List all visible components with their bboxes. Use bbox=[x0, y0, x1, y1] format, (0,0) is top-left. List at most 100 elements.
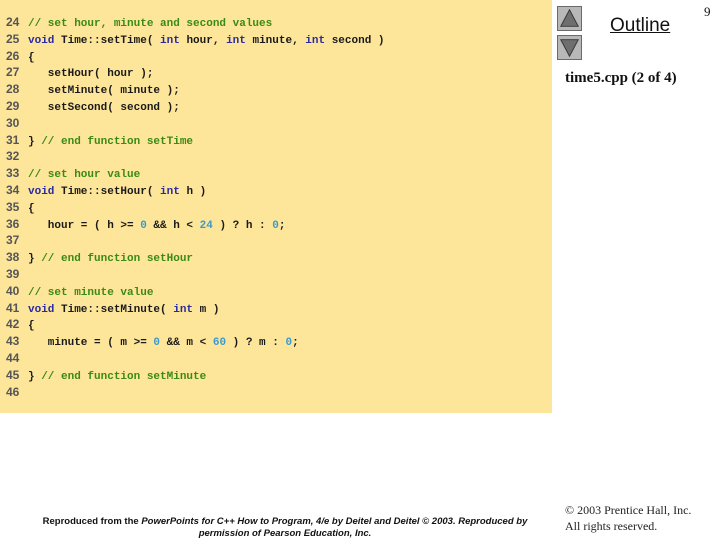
code-text: { bbox=[28, 320, 35, 333]
footer-prefix: Reproduced from the bbox=[42, 516, 142, 527]
code-line: 24 // set hour, minute and second values bbox=[6, 14, 385, 31]
code-panel: 24// set hour, minute and second values 2… bbox=[0, 0, 552, 413]
line-number: 32 bbox=[6, 149, 20, 164]
line-number: 37 bbox=[6, 233, 20, 248]
code-line: 31} // end function setTime bbox=[6, 132, 385, 149]
code-text: minute, bbox=[245, 34, 306, 47]
code-line: 33 // set hour value bbox=[6, 165, 385, 182]
code-text: minute = ( m >= bbox=[28, 337, 154, 350]
line-number: 26 bbox=[6, 48, 20, 63]
line-number: 27 bbox=[6, 65, 20, 80]
line-number: 39 bbox=[6, 266, 20, 281]
code-line: 26 { bbox=[6, 48, 385, 65]
code-line: 32 bbox=[6, 148, 385, 165]
line-number: 24 bbox=[6, 15, 20, 29]
file-label: time5.cpp (2 of 4) bbox=[565, 70, 677, 86]
code-comment: // set hour, minute and second values bbox=[28, 18, 273, 30]
code-text: Time::setMinute( bbox=[54, 303, 174, 316]
line-number: 35 bbox=[6, 199, 20, 214]
copyright-notice: © 2003 Prentice Hall, Inc. All rights re… bbox=[565, 502, 691, 534]
code-line: 29 setSecond( second ); bbox=[6, 98, 385, 115]
next-slide-button[interactable] bbox=[557, 35, 582, 60]
code-text: Time::setTime( bbox=[54, 34, 161, 47]
code-line: 43 minute = ( m >= 0 && m < 60 ) ? m : 0… bbox=[6, 333, 385, 350]
code-text: Time::setHour( bbox=[54, 185, 161, 198]
code-line: 37 bbox=[6, 232, 385, 249]
code-keyword: int bbox=[226, 34, 246, 47]
line-number: 34 bbox=[6, 182, 20, 197]
code-line: 39 bbox=[6, 266, 385, 283]
code-comment: // set hour value bbox=[28, 169, 141, 182]
code-line: 46 bbox=[6, 384, 385, 401]
footer-italic-1: PowerPoints for C++ How to Program, 4/e … bbox=[141, 516, 528, 527]
code-number: 24 bbox=[199, 219, 213, 232]
line-number: 36 bbox=[6, 216, 20, 231]
code-number: 0 bbox=[272, 219, 279, 232]
code-text: } bbox=[28, 253, 42, 266]
code-comment: // end function setTime bbox=[41, 135, 194, 148]
line-number: 25 bbox=[6, 31, 20, 46]
line-number: 29 bbox=[6, 98, 20, 113]
code-line: 38} // end function setHour bbox=[6, 249, 385, 266]
code-text: setMinute( minute ); bbox=[28, 85, 180, 98]
line-number: 46 bbox=[6, 384, 20, 399]
code-keyword: int bbox=[160, 185, 180, 198]
line-number: 44 bbox=[6, 350, 20, 365]
code-text: ; bbox=[292, 337, 299, 350]
code-text: } bbox=[28, 370, 42, 383]
code-line: 42 { bbox=[6, 316, 385, 333]
code-text: h ) bbox=[179, 185, 207, 198]
line-number: 40 bbox=[6, 283, 20, 298]
triangle-up-icon bbox=[559, 8, 580, 27]
code-line: 36 hour = ( h >= 0 && h < 24 ) ? h : 0; bbox=[6, 216, 385, 233]
code-number: 0 bbox=[140, 219, 147, 232]
code-text: { bbox=[28, 51, 35, 64]
code-comment: // end function setHour bbox=[41, 253, 194, 266]
code-keyword: int bbox=[160, 34, 180, 47]
code-line: 30 bbox=[6, 115, 385, 132]
line-number: 45 bbox=[6, 367, 20, 382]
code-comment: // set minute value bbox=[28, 286, 154, 299]
code-line: 44 bbox=[6, 350, 385, 367]
line-number: 42 bbox=[6, 317, 20, 332]
code-text: hour = ( h >= bbox=[28, 219, 141, 232]
code-number: 60 bbox=[212, 337, 227, 350]
code-text: setSecond( second ); bbox=[28, 101, 180, 114]
line-number: 43 bbox=[6, 334, 20, 349]
code-text: } bbox=[28, 135, 42, 148]
code-text: second ) bbox=[325, 34, 385, 47]
triangle-down-icon bbox=[559, 39, 580, 58]
code-line: 35 { bbox=[6, 199, 385, 216]
code-text: { bbox=[28, 202, 35, 215]
code-text: m ) bbox=[193, 303, 220, 316]
code-keyword: int bbox=[305, 34, 326, 47]
copyright-line-1: © 2003 Prentice Hall, Inc. bbox=[565, 503, 692, 517]
code-text: ) ? h : bbox=[212, 219, 273, 232]
code-text: hour, bbox=[179, 34, 227, 47]
code-line: 41 void Time::setMinute( int m ) bbox=[6, 300, 385, 317]
code-line: 25 void Time::setTime( int hour, int minu… bbox=[6, 31, 385, 48]
line-number: 30 bbox=[6, 115, 20, 130]
code-line: 28 setMinute( minute ); bbox=[6, 81, 385, 98]
outline-title[interactable]: Outline bbox=[610, 15, 670, 37]
line-number: 33 bbox=[6, 166, 20, 181]
footer-attribution: Reproduced from the PowerPoints for C++ … bbox=[20, 516, 550, 540]
previous-slide-button[interactable] bbox=[557, 6, 582, 31]
line-number: 31 bbox=[6, 132, 20, 147]
code-line: 40 // set minute value bbox=[6, 283, 385, 300]
line-number: 28 bbox=[6, 82, 20, 97]
code-line: 45} // end function setMinute bbox=[6, 367, 385, 384]
code-text: ; bbox=[278, 219, 286, 232]
line-number: 38 bbox=[6, 250, 20, 265]
copyright-line-2: All rights reserved. bbox=[565, 519, 658, 533]
code-text: && m < bbox=[160, 337, 213, 350]
code-comment: // end function setMinute bbox=[41, 370, 207, 383]
code-listing: 24// set hour, minute and second values 2… bbox=[6, 14, 385, 400]
code-text: setHour( hour ); bbox=[28, 68, 154, 81]
code-text: && h < bbox=[146, 219, 200, 232]
code-keyword: void bbox=[28, 185, 55, 198]
code-line: 27 setHour( hour ); bbox=[6, 64, 385, 81]
page-number: 9 bbox=[704, 4, 711, 19]
code-keyword: void bbox=[28, 34, 55, 47]
code-line: 34 void Time::setHour( int h ) bbox=[6, 182, 385, 199]
